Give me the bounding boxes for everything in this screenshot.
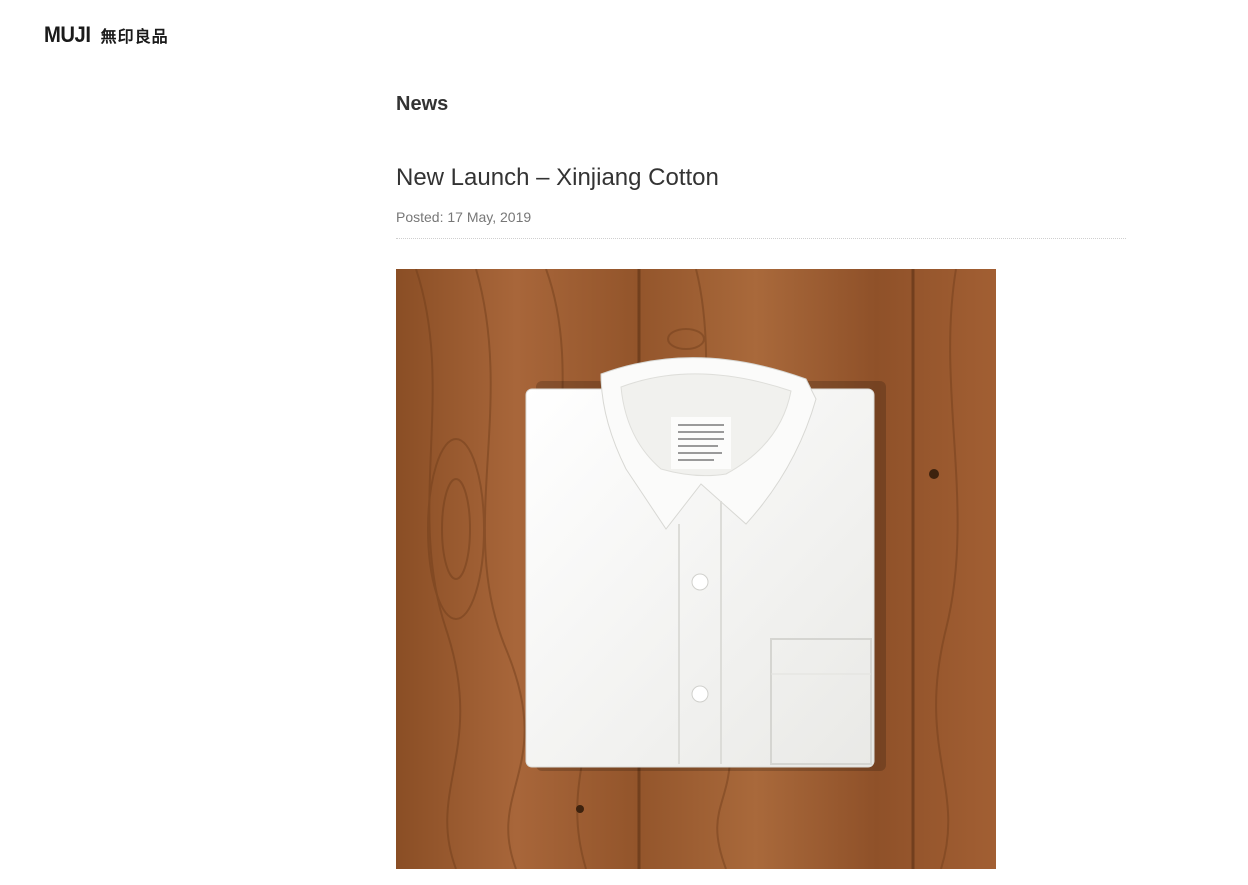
post-divider xyxy=(396,238,1126,239)
news-content: News New Launch – Xinjiang Cotton Posted… xyxy=(396,90,1126,869)
logo-kanji-text: 無印良品 xyxy=(100,27,169,46)
section-title: News xyxy=(396,93,449,115)
muji-logo-link[interactable]: MUJI 無印良品 xyxy=(44,22,169,48)
page: MUJI 無印良品 News New Launch – Xinjiang Cot… xyxy=(0,0,1248,885)
post-hero-image xyxy=(396,269,996,869)
logo-latin-text: MUJI xyxy=(44,22,91,47)
post-date: Posted: 17 May, 2019 xyxy=(396,209,532,225)
folded-white-shirt-on-wood-image xyxy=(396,269,996,869)
post-title: New Launch – Xinjiang Cotton xyxy=(396,164,719,191)
